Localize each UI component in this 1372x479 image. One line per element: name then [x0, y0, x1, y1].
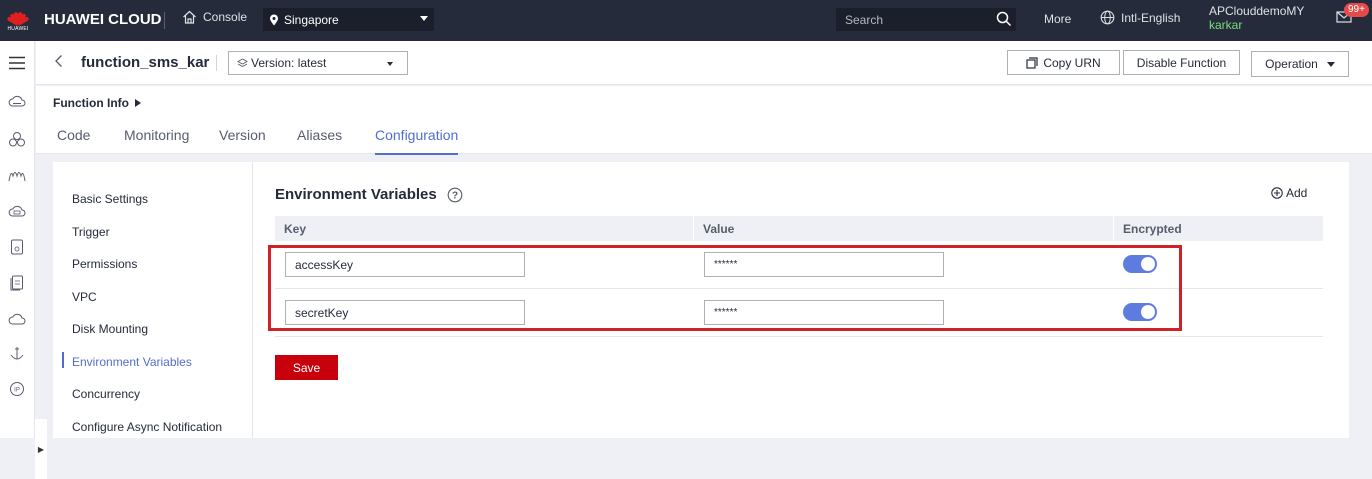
- value-input[interactable]: ******: [704, 252, 944, 277]
- environment-variables-section: Environment Variables ? Add Key Value En…: [275, 162, 1325, 438]
- database-icon[interactable]: [7, 202, 27, 222]
- function-info-toggle[interactable]: Function Info: [53, 96, 141, 110]
- function-info-bar: Function Info: [36, 86, 1372, 118]
- search-icon[interactable]: [996, 11, 1012, 27]
- tab-version[interactable]: Version: [219, 127, 266, 153]
- user-name: karkar: [1209, 18, 1243, 32]
- back-icon[interactable]: [54, 54, 64, 73]
- encrypted-toggle[interactable]: [1123, 255, 1157, 273]
- copy-icon: [1026, 56, 1038, 69]
- globe-icon: [1100, 10, 1115, 25]
- add-circle-icon: [1271, 187, 1283, 199]
- copy-urn-button[interactable]: Copy URN: [1007, 50, 1120, 75]
- column-encrypted: Encrypted: [1123, 222, 1182, 236]
- layers-icon: [237, 57, 248, 67]
- svg-text:?: ?: [452, 190, 458, 201]
- console-link[interactable]: Console: [182, 10, 247, 24]
- menu-item-disk-mounting[interactable]: Disk Mounting: [72, 322, 148, 336]
- huawei-flower-icon: [6, 10, 30, 26]
- menu-item-permissions[interactable]: Permissions: [72, 257, 137, 271]
- region-label: Singapore: [284, 12, 339, 27]
- toggle-knob: [1141, 257, 1155, 271]
- column-key: Key: [284, 222, 307, 236]
- logo-text: HUAWEI: [7, 25, 29, 32]
- function-icon[interactable]: [7, 165, 27, 185]
- menu-item-vpc[interactable]: VPC: [72, 290, 97, 304]
- service-sidebar: IP ▶: [0, 41, 47, 479]
- location-pin-icon: [270, 14, 278, 25]
- brand-name[interactable]: HUAWEI CLOUD: [44, 11, 162, 28]
- storage-icon[interactable]: [7, 237, 27, 257]
- search-input[interactable]: Search: [836, 8, 1016, 31]
- account-menu[interactable]: APClouddemoMY karkar: [1209, 4, 1304, 32]
- version-selector[interactable]: Version: latest: [228, 51, 408, 75]
- chevron-down-icon: [420, 16, 428, 21]
- menu-item-basic-settings[interactable]: Basic Settings: [72, 192, 148, 206]
- function-header: function_sms_kar Version: latest Copy UR…: [36, 41, 1372, 85]
- section-title-text: Environment Variables: [275, 186, 437, 203]
- cloud-server-icon[interactable]: [7, 92, 27, 112]
- top-bar: HUAWEI HUAWEI CLOUD Console Singapore Se…: [0, 0, 1372, 41]
- operation-label: Operation: [1265, 57, 1318, 71]
- more-menu[interactable]: More: [1044, 12, 1071, 26]
- region-selector[interactable]: Singapore: [263, 8, 434, 31]
- cluster-icon[interactable]: [7, 129, 27, 149]
- active-indicator: [62, 352, 64, 368]
- search-placeholder: Search: [845, 12, 884, 27]
- column-value: Value: [703, 222, 735, 236]
- add-label: Add: [1286, 186, 1308, 200]
- menu-item-trigger[interactable]: Trigger: [72, 225, 110, 239]
- caret-right-icon: [134, 99, 141, 107]
- value-input[interactable]: ******: [704, 300, 944, 325]
- divider: [164, 12, 165, 29]
- disable-function-button[interactable]: Disable Function: [1123, 50, 1240, 75]
- configuration-panel: Basic Settings Trigger Permissions VPC D…: [53, 162, 1349, 438]
- copy-urn-label: Copy URN: [1043, 55, 1101, 70]
- table-row: secretKey ******: [275, 289, 1323, 337]
- table-row: accessKey ******: [275, 241, 1323, 289]
- function-name: function_sms_kar: [81, 54, 210, 71]
- language-selector[interactable]: Intl-English: [1100, 10, 1180, 25]
- cloud-icon[interactable]: [7, 309, 27, 329]
- anchor-icon[interactable]: [7, 344, 27, 364]
- account-name: APClouddemoMY: [1209, 4, 1305, 18]
- version-label: Version: latest: [251, 56, 327, 70]
- encrypted-toggle[interactable]: [1123, 303, 1157, 321]
- tab-configuration[interactable]: Configuration: [375, 127, 459, 155]
- key-input[interactable]: accessKey: [285, 252, 525, 277]
- toggle-knob: [1141, 305, 1155, 319]
- function-info-label: Function Info: [53, 96, 129, 110]
- disable-function-label: Disable Function: [1136, 55, 1227, 70]
- menu-item-async-notification[interactable]: Configure Async Notification: [72, 420, 222, 434]
- svg-text:IP: IP: [14, 388, 20, 394]
- menu-item-concurrency[interactable]: Concurrency: [72, 387, 140, 401]
- language-label: Intl-English: [1121, 10, 1181, 25]
- console-label: Console: [203, 10, 248, 24]
- tab-aliases[interactable]: Aliases: [297, 127, 342, 153]
- function-tabs: Code Monitoring Version Aliases Configur…: [36, 118, 1372, 155]
- home-icon: [183, 10, 196, 24]
- huawei-logo[interactable]: HUAWEI: [0, 0, 36, 41]
- table-header: Key Value Encrypted: [275, 216, 1323, 241]
- notification-badge: 99+: [1344, 3, 1369, 17]
- help-icon[interactable]: ?: [447, 187, 463, 203]
- menu-icon[interactable]: [7, 53, 27, 73]
- operation-dropdown[interactable]: Operation: [1251, 51, 1349, 77]
- add-variable-button[interactable]: Add: [1271, 186, 1307, 200]
- menu-item-environment-variables[interactable]: Environment Variables: [72, 355, 192, 369]
- document-icon[interactable]: [7, 273, 27, 293]
- chevron-down-icon: [1326, 61, 1335, 67]
- tab-monitoring[interactable]: Monitoring: [124, 127, 189, 153]
- save-button[interactable]: Save: [275, 355, 338, 380]
- divider: [216, 55, 217, 71]
- section-title: Environment Variables ?: [275, 186, 463, 203]
- tab-code[interactable]: Code: [57, 127, 90, 153]
- chevron-down-icon: [387, 62, 393, 66]
- key-input[interactable]: secretKey: [285, 300, 525, 325]
- ip-icon[interactable]: IP: [7, 379, 27, 399]
- expand-sidebar-icon[interactable]: ▶: [35, 419, 47, 479]
- configuration-menu: Basic Settings Trigger Permissions VPC D…: [53, 162, 253, 438]
